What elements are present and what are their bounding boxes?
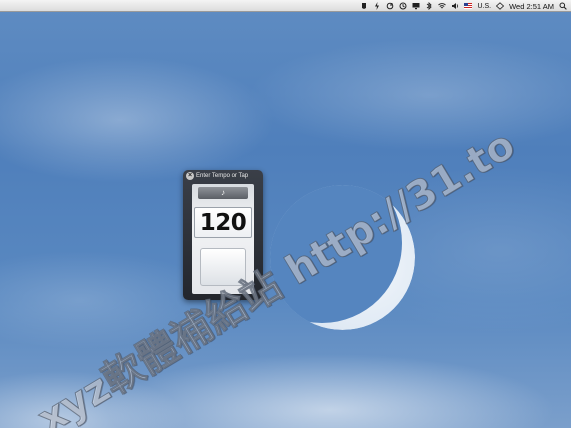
wifi-icon[interactable] — [438, 2, 447, 11]
menu-clock[interactable]: Wed 2:51 AM — [509, 2, 554, 11]
time-machine-icon[interactable] — [399, 2, 407, 11]
sync-icon[interactable] — [386, 2, 394, 11]
power-icon[interactable] — [373, 2, 381, 11]
display-icon[interactable] — [412, 2, 420, 11]
spotlight-icon[interactable] — [559, 2, 567, 11]
watermark: xyz軟體補給站 http://31.to — [30, 121, 524, 428]
bluetooth-icon[interactable] — [425, 2, 433, 11]
input-source-label[interactable]: U.S. — [477, 3, 491, 10]
widget-title: Enter Tempo or Tap — [196, 173, 249, 179]
volume-icon[interactable] — [451, 2, 459, 11]
flag-icon[interactable] — [464, 3, 473, 9]
note-button[interactable]: ♪ — [198, 187, 248, 199]
menu-bar: U.S. Wed 2:51 AM — [0, 0, 571, 12]
close-icon[interactable]: × — [186, 172, 194, 180]
user-icon[interactable] — [496, 2, 505, 11]
desktop: U.S. Wed 2:51 AM × Enter Tempo or Tap ♪ … — [0, 0, 571, 428]
menu-extras: U.S. Wed 2:51 AM — [360, 0, 567, 12]
script-icon[interactable] — [360, 2, 368, 11]
tempo-display[interactable]: 120 — [194, 207, 252, 238]
music-note-icon: ♪ — [221, 188, 225, 197]
